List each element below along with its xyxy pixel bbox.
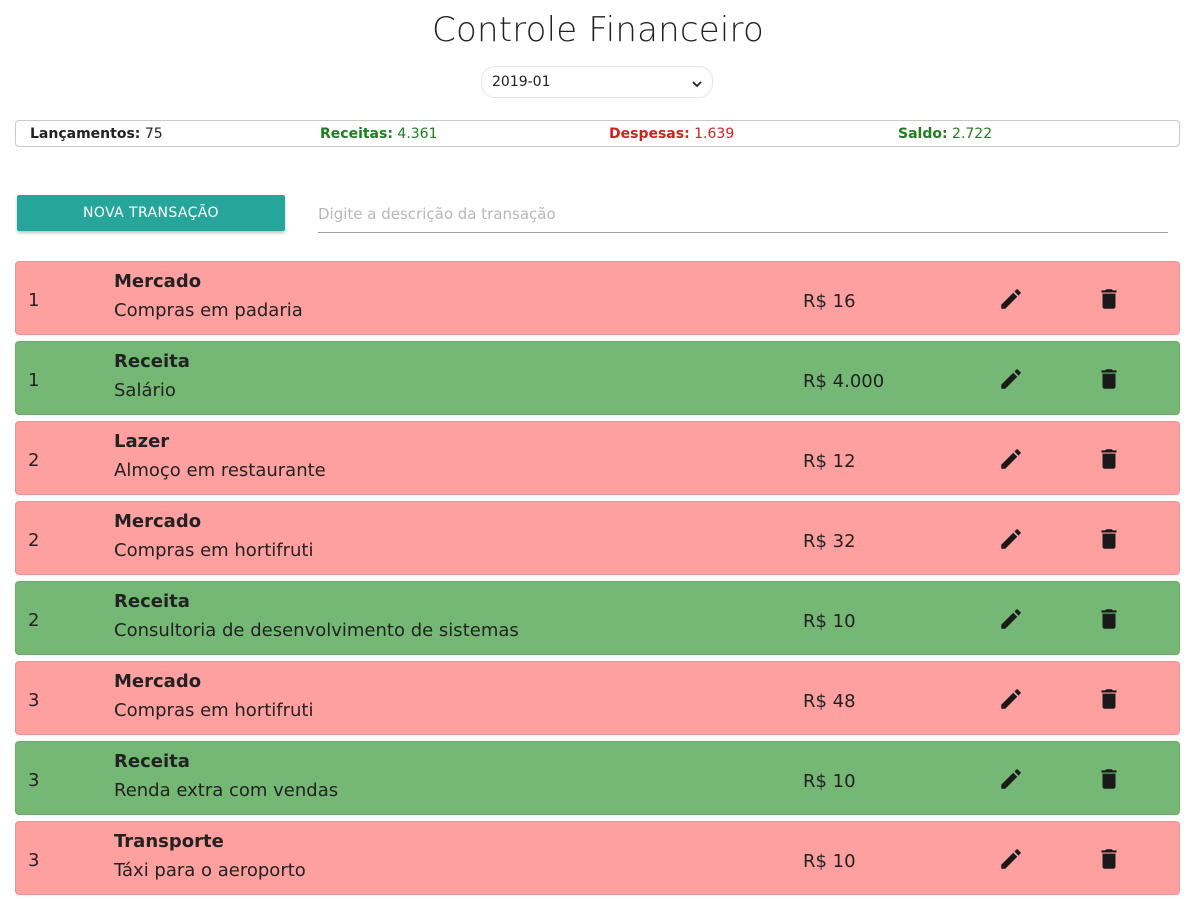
transaction-value: R$ 10 [803,771,856,792]
summary-expense: Despesas: 1.639 [609,126,734,142]
transaction-day: 3 [28,690,40,711]
transaction-description: Almoço em restaurante [114,460,326,481]
transaction-day: 3 [28,770,40,791]
transaction-day: 1 [28,290,40,311]
transaction-category: Transporte [114,831,224,852]
summary-balance-value: 2.722 [952,126,993,142]
transaction-list: 1 Mercado Compras em padaria R$ 16 1 Receita S… [15,261,1180,899]
summary-revenue-value: 4.361 [397,126,438,142]
trash-icon[interactable] [1096,846,1122,872]
pencil-icon[interactable] [998,286,1024,312]
pencil-icon[interactable] [998,766,1024,792]
transaction-value: R$ 12 [803,451,856,472]
transaction-day: 2 [28,610,40,631]
transaction-description: Táxi para o aeroporto [114,860,306,881]
pencil-icon[interactable] [998,846,1024,872]
transaction-row: 2 Mercado Compras em hortifruti R$ 32 [15,501,1180,575]
chevron-down-icon [692,77,702,88]
summary-expense-value: 1.639 [694,126,735,142]
transaction-category: Receita [114,591,190,612]
trash-icon[interactable] [1096,286,1122,312]
summary-revenue-label: Receitas: [320,126,393,142]
transaction-category: Receita [114,351,190,372]
transaction-description: Salário [114,380,176,401]
search-input[interactable] [318,196,1168,233]
trash-icon[interactable] [1096,606,1122,632]
summary-launches-value: 75 [144,126,163,142]
period-select[interactable]: 2019-01 [481,66,713,98]
transaction-row: 3 Mercado Compras em hortifruti R$ 48 [15,661,1180,735]
transaction-category: Mercado [114,271,202,292]
transaction-category: Lazer [114,431,170,452]
transaction-day: 2 [28,450,40,471]
summary-balance-label: Saldo: [898,126,948,142]
page-title: Controle Financeiro [432,10,764,50]
summary-launches: Lançamentos: 75 [30,126,163,142]
pencil-icon[interactable] [998,686,1024,712]
transaction-row: 3 Transporte Táxi para o aeroporto R$ 10 [15,821,1180,895]
transaction-row: 3 Receita Renda extra com vendas R$ 10 [15,741,1180,815]
transaction-value: R$ 10 [803,611,856,632]
transaction-day: 1 [28,370,40,391]
summary-revenue: Receitas: 4.361 [320,126,438,142]
pencil-icon[interactable] [998,606,1024,632]
transaction-description: Compras em hortifruti [114,540,314,561]
transaction-row: 2 Lazer Almoço em restaurante R$ 12 [15,421,1180,495]
transaction-value: R$ 4.000 [803,371,885,392]
transaction-value: R$ 48 [803,691,856,712]
pencil-icon[interactable] [998,526,1024,552]
transaction-description: Compras em hortifruti [114,700,314,721]
transaction-category: Receita [114,751,190,772]
transaction-description: Compras em padaria [114,300,303,321]
summary-bar: Lançamentos: 75 Receitas: 4.361 Despesas… [15,120,1180,147]
period-select-value: 2019-01 [492,74,551,90]
transaction-value: R$ 16 [803,291,856,312]
pencil-icon[interactable] [998,366,1024,392]
transaction-row: 1 Receita Salário R$ 4.000 [15,341,1180,415]
app: Controle Financeiro 2019-01 Lançamentos:… [0,0,1202,899]
transaction-description: Renda extra com vendas [114,780,339,801]
trash-icon[interactable] [1096,526,1122,552]
new-transaction-button[interactable]: NOVA TRANSAÇÃO [17,195,285,231]
transaction-row: 2 Receita Consultoria de desenvolvimento d… [15,581,1180,655]
summary-expense-label: Despesas: [609,126,690,142]
trash-icon[interactable] [1096,446,1122,472]
summary-launches-label: Lançamentos: [30,126,141,142]
trash-icon[interactable] [1096,686,1122,712]
transaction-row: 1 Mercado Compras em padaria R$ 16 [15,261,1180,335]
transaction-value: R$ 10 [803,851,856,872]
transaction-value: R$ 32 [803,531,856,552]
summary-balance: Saldo: 2.722 [898,126,992,142]
transaction-day: 2 [28,530,40,551]
transaction-category: Mercado [114,671,202,692]
transaction-category: Mercado [114,511,202,532]
pencil-icon[interactable] [998,446,1024,472]
trash-icon[interactable] [1096,366,1122,392]
transaction-description: Consultoria de desenvolvimento de sistem… [114,620,519,641]
trash-icon[interactable] [1096,766,1122,792]
transaction-day: 3 [28,850,40,871]
